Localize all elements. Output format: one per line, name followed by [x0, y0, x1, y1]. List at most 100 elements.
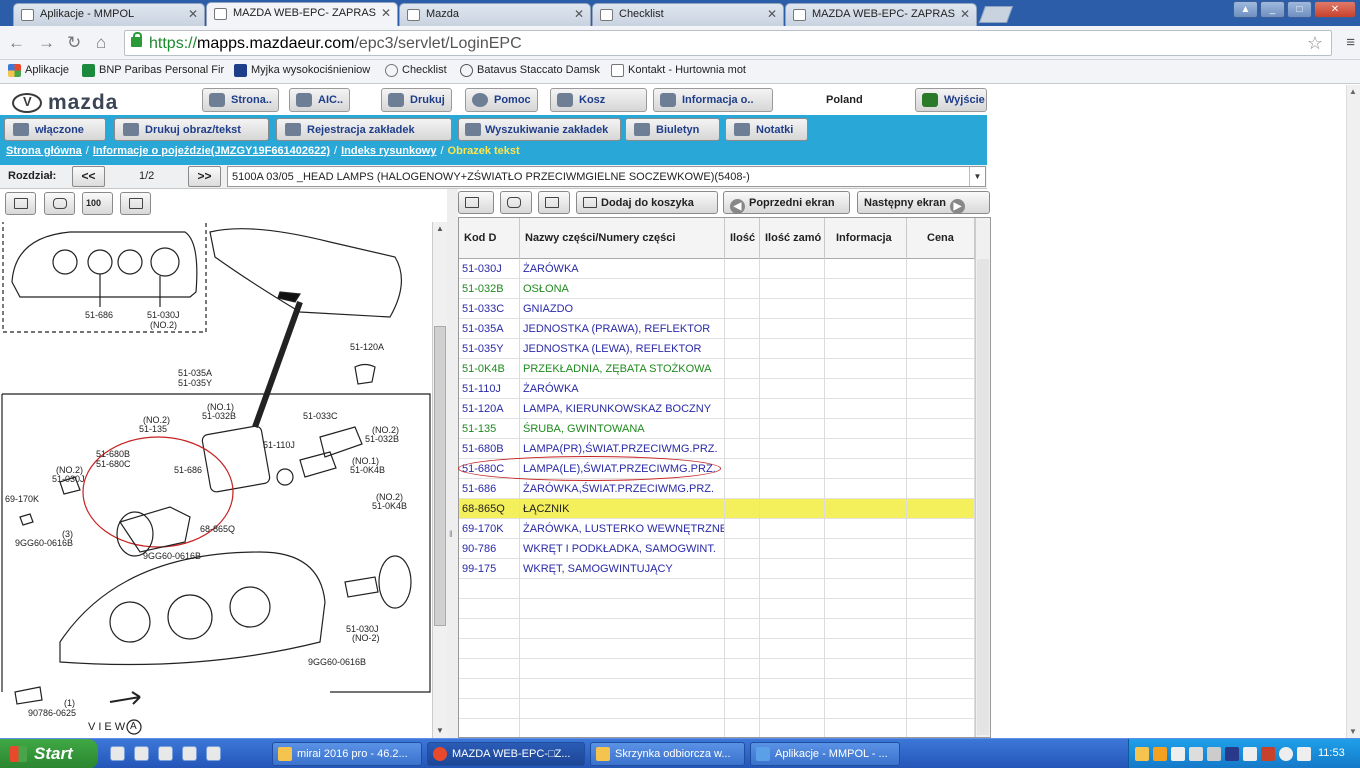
cart-button[interactable]: Kosz	[550, 88, 647, 112]
download-button[interactable]	[120, 192, 151, 215]
close-window-icon[interactable]: ✕	[1314, 1, 1356, 18]
bookmark-bnp[interactable]: BNP Paribas Personal Fir	[82, 64, 224, 77]
ie-icon[interactable]	[206, 746, 221, 761]
reload-icon[interactable]: ↻	[67, 33, 81, 53]
column-header[interactable]: Ilość	[725, 218, 760, 259]
browser-tab[interactable]: Mazda ✕	[399, 3, 591, 26]
illustration-scrollbar[interactable]: ▲ ▼	[432, 222, 447, 738]
volume-icon[interactable]	[1297, 747, 1311, 761]
table-row[interactable]: 51-0K4B PRZEKŁADNIA, ZĘBATA STOŻKOWA	[459, 359, 975, 379]
column-header[interactable]: Nazwy części/Numery części	[520, 218, 725, 259]
zoom-button[interactable]: 100	[82, 192, 113, 215]
browser-tab[interactable]: Checklist ✕	[592, 3, 784, 26]
column-header[interactable]: Informacja	[825, 218, 907, 259]
exit-button[interactable]: Wyjście	[915, 88, 987, 112]
print-illustration-button[interactable]	[44, 192, 75, 215]
bookmark-myjka[interactable]: Myjka wysokociśnieniow	[234, 64, 370, 77]
table-row[interactable]: 51-135 ŚRUBA, GWINTOWANA	[459, 419, 975, 439]
column-header[interactable]: Cena	[907, 218, 975, 259]
tray-icon[interactable]	[1225, 747, 1239, 761]
taskbar-item[interactable]: Aplikacje - MMPOL - ...	[750, 742, 900, 766]
aic-button[interactable]: AIC..	[289, 88, 351, 112]
breadcrumb-vehicle[interactable]: Informacje o pojeździe(JMZGY19F661402622…	[93, 145, 330, 157]
minimize-icon[interactable]: _	[1260, 1, 1285, 18]
home-button[interactable]: Strona..	[202, 88, 279, 112]
add-to-cart-button[interactable]: Dodaj do koszyka	[576, 191, 718, 214]
quicklaunch-icon[interactable]	[110, 746, 125, 761]
scroll-thumb[interactable]	[434, 326, 446, 626]
maximize-icon[interactable]: □	[1287, 1, 1312, 18]
print-list-button[interactable]	[500, 191, 532, 214]
table-row[interactable]: 51-120A LAMPA, KIERUNKOWSKAZ BOCZNY	[459, 399, 975, 419]
vehicle-info-button[interactable]: Informacja o..	[653, 88, 773, 112]
list-view-button[interactable]	[5, 192, 36, 215]
table-row[interactable]: 51-033C GNIAZDO	[459, 299, 975, 319]
browser-tab[interactable]: Aplikacje - MMPOL ✕	[13, 3, 205, 26]
menu-icon[interactable]: ≡	[1346, 34, 1355, 51]
breadcrumb-home[interactable]: Strona główna	[6, 145, 82, 157]
table-row[interactable]: 51-686 ŻARÓWKA,ŚWIAT.PRZECIWMG.PRZ.	[459, 479, 975, 499]
start-button[interactable]: Start	[0, 739, 98, 768]
bookmark-apps[interactable]: Aplikacje	[8, 64, 69, 77]
home-icon[interactable]: ⌂	[96, 33, 106, 53]
back-icon[interactable]: ←	[8, 33, 25, 53]
tray-icon[interactable]	[1189, 747, 1203, 761]
print-image-text-button[interactable]: Drukuj obraz/tekst	[114, 118, 269, 141]
tray-icon[interactable]	[1135, 747, 1149, 761]
table-row[interactable]: 90-786 WKRĘT I PODKŁADKA, SAMOGWINT.	[459, 539, 975, 559]
close-icon[interactable]: ✕	[574, 7, 584, 21]
bulletin-button[interactable]: Biuletyn	[625, 118, 720, 141]
table-row[interactable]: 51-032B OSŁONA	[459, 279, 975, 299]
notes-button[interactable]: Notatki	[725, 118, 808, 141]
page-scrollbar[interactable]: ▲ ▼	[1346, 85, 1360, 738]
bookmark-kontakt[interactable]: Kontakt - Hurtownia mot	[611, 64, 746, 77]
parts-illustration[interactable]: 51-686 51-030J (NO.2) 51-120A 51-035A 51…	[0, 222, 432, 738]
tray-icon[interactable]	[1261, 747, 1275, 761]
table-row[interactable]: 51-110J ŻARÓWKA	[459, 379, 975, 399]
tray-icon[interactable]	[1171, 747, 1185, 761]
chrome-icon[interactable]	[158, 746, 173, 761]
close-icon[interactable]: ✕	[188, 7, 198, 21]
quicklaunch-icon[interactable]	[134, 746, 149, 761]
table-scrollbar[interactable]	[975, 218, 990, 737]
taskbar-item-active[interactable]: MAZDA WEB-EPC-□Z...	[427, 742, 585, 766]
taskbar-item[interactable]: mirai 2016 pro - 46.2...	[272, 742, 422, 766]
breadcrumb-index[interactable]: Indeks rysunkowy	[341, 145, 436, 157]
table-row[interactable]: 69-170K ŻARÓWKA, LUSTERKO WEWNĘTRZNE	[459, 519, 975, 539]
scroll-down-icon[interactable]: ▼	[1349, 727, 1357, 736]
transfer-button[interactable]	[458, 191, 494, 214]
column-header[interactable]: Ilość zamó	[760, 218, 825, 259]
search-bookmark-button[interactable]: Wyszukiwanie zakładek	[458, 118, 621, 141]
table-row[interactable]: 99-175 WKRĘT, SAMOGWINTUJĄCY	[459, 559, 975, 579]
table-row[interactable]: 68-865Q ŁĄCZNIK	[459, 499, 975, 519]
address-bar[interactable]: https://mapps.mazdaeur.com/epc3/servlet/…	[124, 30, 1332, 56]
browser-tab-active[interactable]: MAZDA WEB-EPC- ZAPRAS ✕	[206, 2, 398, 26]
new-tab-button[interactable]	[978, 6, 1014, 23]
star-icon[interactable]: ☆	[1307, 33, 1323, 54]
chapter-select[interactable]: 5100A 03/05 _HEAD LAMPS (HALOGENOWY+ZŚWI…	[227, 166, 986, 187]
column-header[interactable]: Kod D	[459, 218, 520, 259]
chevron-down-icon[interactable]: ▼	[969, 167, 985, 186]
bookmark-batavus[interactable]: Batavus Staccato Damsk	[460, 64, 600, 77]
network-icon[interactable]	[1243, 747, 1257, 761]
next-screen-button[interactable]: Następny ekran ▶	[857, 191, 990, 214]
table-row[interactable]: 51-680B LAMPA(PR),ŚWIAT.PRZECIWMG.PRZ.	[459, 439, 975, 459]
close-icon[interactable]: ✕	[767, 7, 777, 21]
prev-page-button[interactable]: <<	[72, 166, 105, 187]
shield-icon[interactable]	[1153, 747, 1167, 761]
forward-icon[interactable]: →	[38, 33, 55, 53]
help-button[interactable]: Pomoc	[465, 88, 538, 112]
scroll-up-icon[interactable]: ▲	[1349, 87, 1357, 96]
table-row[interactable]: 51-035A JEDNOSTKA (PRAWA), REFLEKTOR	[459, 319, 975, 339]
taskbar-item[interactable]: Skrzynka odbiorcza w...	[590, 742, 745, 766]
close-icon[interactable]: ✕	[960, 7, 970, 21]
table-row[interactable]: 51-035Y JEDNOSTKA (LEWA), REFLEKTOR	[459, 339, 975, 359]
print-button[interactable]: Drukuj	[381, 88, 452, 112]
next-page-button[interactable]: >>	[188, 166, 221, 187]
download-list-button[interactable]	[538, 191, 570, 214]
mail-icon[interactable]	[182, 746, 197, 761]
scroll-down-icon[interactable]: ▼	[433, 724, 447, 738]
browser-tab[interactable]: MAZDA WEB-EPC- ZAPRAS ✕	[785, 3, 977, 26]
previous-screen-button[interactable]: ◀ Poprzedni ekran	[723, 191, 850, 214]
bookmark-checklist[interactable]: Checklist	[385, 64, 447, 77]
